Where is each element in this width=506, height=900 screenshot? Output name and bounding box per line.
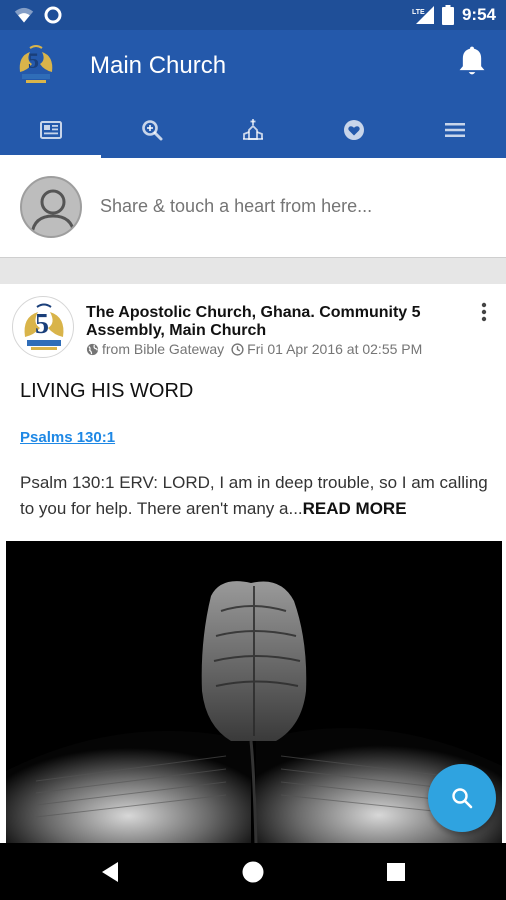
bell-icon[interactable] [456, 44, 488, 78]
post-excerpt-text: Psalm 130:1 ERV: LORD, I am in deep trou… [20, 473, 488, 518]
lte-signal-icon: LTE [412, 6, 434, 24]
post-source: from Bible Gateway [102, 341, 225, 357]
globe-icon [86, 343, 99, 355]
heart-circle-icon [344, 120, 365, 140]
search-fab-button[interactable] [428, 764, 496, 832]
battery-icon [441, 5, 454, 25]
svg-text:5: 5 [28, 48, 39, 73]
tab-feed[interactable] [0, 102, 102, 158]
tab-menu[interactable] [405, 102, 506, 158]
church-icon [243, 119, 263, 140]
search-icon [452, 788, 473, 809]
page-title: Main Church [90, 52, 227, 79]
home-icon[interactable] [239, 858, 267, 886]
more-vert-icon[interactable] [476, 300, 492, 324]
share-input[interactable] [100, 196, 480, 217]
search-zoom-icon [141, 120, 163, 141]
scripture-link[interactable]: Psalms 130:1 [20, 429, 115, 446]
tab-bar [0, 102, 506, 158]
wifi-icon [14, 7, 34, 23]
share-composer [0, 158, 506, 258]
read-more-link[interactable]: READ MORE [303, 499, 407, 518]
author-avatar[interactable]: 5 [12, 296, 74, 358]
post-timestamp: Fri 01 Apr 2016 at 02:55 PM [247, 341, 423, 357]
system-nav-bar [0, 843, 506, 900]
avatar[interactable] [20, 176, 82, 238]
post-meta: from Bible Gateway Fri 01 Apr 2016 at 02… [86, 341, 422, 357]
church-logo-icon: 5 [24, 303, 64, 350]
status-bar: LTE 9:54 [0, 0, 506, 30]
clock-icon [231, 342, 244, 356]
recents-icon[interactable] [382, 858, 410, 886]
newspaper-icon [39, 121, 62, 139]
app-bar: 5 Main Church [0, 30, 506, 102]
back-icon[interactable] [96, 858, 124, 886]
hamburger-menu-icon [445, 123, 466, 137]
circle-app-icon [44, 6, 62, 24]
svg-text:5: 5 [35, 309, 49, 340]
church-logo-icon[interactable]: 5 [14, 42, 58, 86]
post-card: 5 The Apostolic Church, Ghana. Community… [0, 284, 506, 844]
post-title: LIVING HIS WORD [20, 380, 194, 402]
tab-church[interactable] [202, 102, 303, 158]
status-time: 9:54 [461, 5, 496, 24]
user-silhouette-icon [30, 189, 76, 235]
post-excerpt: Psalm 130:1 ERV: LORD, I am in deep trou… [20, 470, 490, 522]
post-author[interactable]: The Apostolic Church, Ghana. Community 5… [86, 304, 464, 340]
svg-text:LTE: LTE [412, 9, 425, 16]
tab-favorites[interactable] [304, 102, 405, 158]
tab-search[interactable] [101, 102, 202, 158]
